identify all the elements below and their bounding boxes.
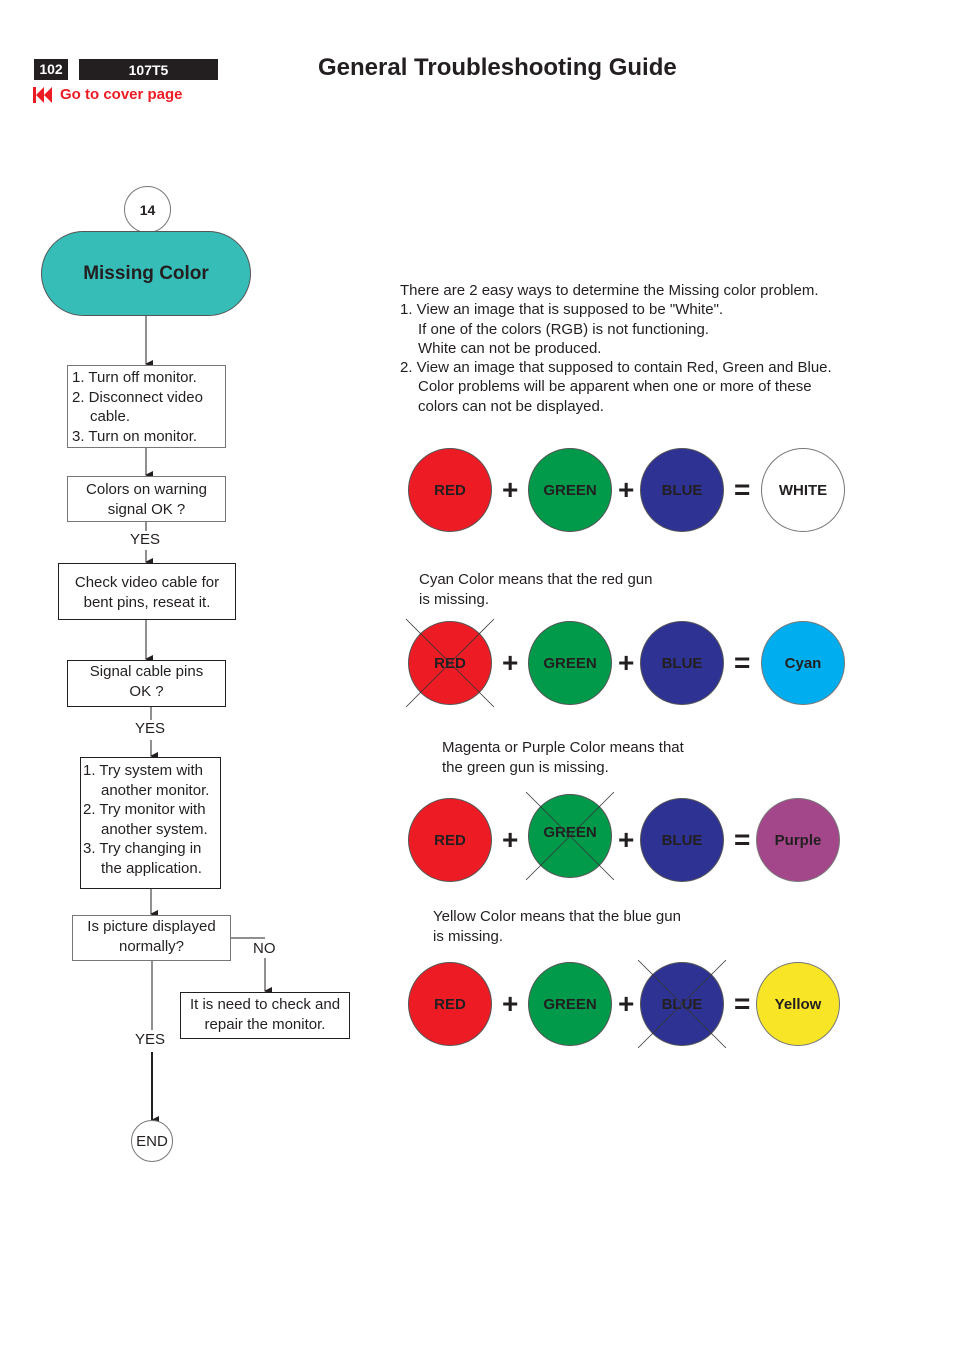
equals-sign: = xyxy=(734,988,751,1019)
result-label: Purple xyxy=(774,831,822,849)
caption-line: Magenta or Purple Color means that xyxy=(442,739,684,756)
blue-color-disc: BLUE xyxy=(640,448,724,532)
caption-line: the green gun is missing. xyxy=(442,758,609,776)
green-color-disc: GREEN xyxy=(528,621,612,705)
disc-label: GREEN xyxy=(543,995,597,1013)
plus-sign: + xyxy=(502,647,519,678)
way2-line: 2. View an image that supposed to contai… xyxy=(400,359,832,377)
step-item: 3. Turn on monitor. xyxy=(72,427,198,445)
red-color-disc: RED xyxy=(408,798,492,882)
plus-sign: + xyxy=(618,824,635,855)
blue-color-disc: BLUE xyxy=(640,798,724,882)
result-yellow-disc: Yellow xyxy=(756,962,840,1046)
way2-line: colors can not be displayed. xyxy=(418,397,604,415)
way1-line: White can not be produced. xyxy=(418,339,602,357)
no-label: NO xyxy=(253,940,276,957)
end-terminal: END xyxy=(131,1120,173,1162)
plus-sign: + xyxy=(502,824,519,855)
way2-line: Color problems will be apparent when one… xyxy=(418,378,812,396)
result-label: WHITE xyxy=(778,481,828,499)
cross-out-icon xyxy=(637,959,727,1049)
connector-node-14: 14 xyxy=(124,186,171,233)
yes-label: YES xyxy=(135,720,166,737)
decision-picture-normal: Is picture displayed normally? xyxy=(72,915,231,961)
skip-to-start-icon xyxy=(33,86,52,103)
blue-color-disc: BLUE xyxy=(640,621,724,705)
step-item: 1. Try system with another monitor. xyxy=(83,762,210,799)
disc-label: GREEN xyxy=(543,481,597,499)
disc-label: BLUE xyxy=(661,831,703,849)
go-to-cover-link[interactable]: Go to cover page xyxy=(33,86,183,103)
result-cyan-disc: Cyan xyxy=(761,621,845,705)
way1-line: If one of the colors (RGB) is not functi… xyxy=(418,320,709,338)
model-label: 107T5 xyxy=(79,59,218,80)
yes-label: YES xyxy=(130,531,161,548)
caption-line: is missing. xyxy=(433,927,504,945)
equals-sign: = xyxy=(734,474,751,505)
step-item: 3. Try changing in the application. xyxy=(83,840,202,877)
equation-caption: Cyan Color means that the red gun is miss… xyxy=(419,570,652,609)
disc-label: GREEN xyxy=(543,654,597,672)
decision-signal-cable-pins: Signal cable pins OK ? xyxy=(67,660,226,707)
result-label: Yellow xyxy=(774,995,822,1013)
step-repair-monitor: It is need to check and repair the monit… xyxy=(180,992,350,1039)
equals-sign: = xyxy=(734,647,751,678)
step-item: 2. Try monitor with another system. xyxy=(83,801,208,838)
disc-label: BLUE xyxy=(661,481,703,499)
plus-sign: + xyxy=(618,474,635,505)
disc-label: RED xyxy=(434,995,466,1013)
result-label: Cyan xyxy=(784,654,822,672)
cross-out-icon xyxy=(525,791,615,881)
step-item: 1. Turn off monitor. xyxy=(72,369,197,386)
result-purple-disc: Purple xyxy=(756,798,840,882)
page-title: General Troubleshooting Guide xyxy=(318,54,677,81)
disc-label: RED xyxy=(434,831,466,849)
plus-sign: + xyxy=(618,647,635,678)
step-check-video-cable: Check video cable for bent pins, reseat … xyxy=(58,563,236,620)
start-terminal-missing-color: Missing Color xyxy=(41,231,251,316)
step-box-try-alternatives: 1. Try system with another monitor. 2. T… xyxy=(80,757,221,889)
plus-sign: + xyxy=(502,474,519,505)
step-box-initial: 1. Turn off monitor. 2. Disconnect video… xyxy=(67,365,226,448)
equation-caption: Yellow Color means that the blue gun is m… xyxy=(433,907,681,946)
caption-line: is missing. xyxy=(419,590,490,608)
red-color-disc: RED xyxy=(408,962,492,1046)
go-to-cover-label: Go to cover page xyxy=(60,86,183,103)
explanation-text: There are 2 easy ways to determine the M… xyxy=(400,281,832,416)
cross-out-icon xyxy=(405,618,495,708)
step-item: 2. Disconnect video cable. xyxy=(72,388,203,426)
result-white-disc: WHITE xyxy=(761,448,845,532)
intro-line: There are 2 easy ways to determine the M… xyxy=(400,282,819,299)
decision-colors-warning-signal: Colors on warning signal OK ? xyxy=(67,476,226,522)
green-color-disc: GREEN xyxy=(528,448,612,532)
equals-sign: = xyxy=(734,824,751,855)
disc-label: BLUE xyxy=(661,654,703,672)
green-color-disc: GREEN xyxy=(528,962,612,1046)
caption-line: Cyan Color means that the red gun xyxy=(419,571,653,588)
disc-label: RED xyxy=(434,481,466,499)
plus-sign: + xyxy=(502,988,519,1019)
equation-caption: Magenta or Purple Color means that the gr… xyxy=(442,738,684,777)
plus-sign: + xyxy=(618,988,635,1019)
caption-line: Yellow Color means that the blue gun xyxy=(433,908,681,925)
yes-label: YES xyxy=(135,1031,166,1048)
red-color-disc: RED xyxy=(408,448,492,532)
way1-line: 1. View an image that is supposed to be … xyxy=(400,301,724,319)
page-number: 102 xyxy=(34,59,68,80)
